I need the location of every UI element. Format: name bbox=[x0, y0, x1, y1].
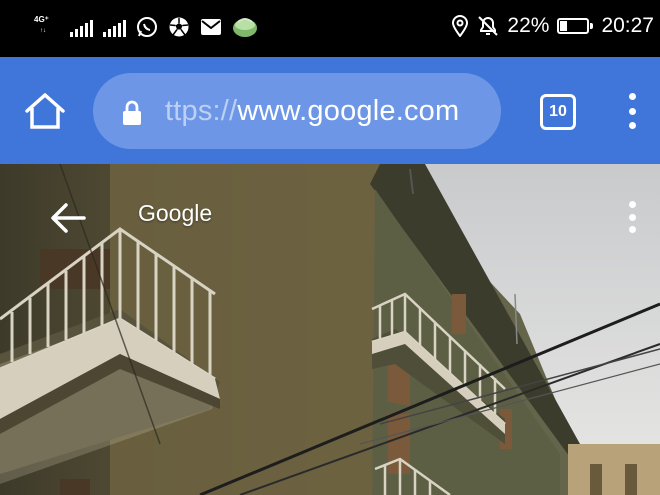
battery-icon bbox=[557, 18, 594, 34]
clock: 20:27 bbox=[601, 14, 654, 37]
back-arrow-icon bbox=[51, 203, 86, 233]
whatsapp-icon bbox=[137, 17, 157, 37]
browser-menu-button[interactable] bbox=[622, 93, 642, 129]
location-icon bbox=[452, 15, 469, 37]
network-activity-label: ↑↓ bbox=[40, 28, 46, 34]
mute-icon bbox=[478, 16, 499, 36]
notification-app-icon bbox=[233, 18, 257, 37]
signal-icon-secondary bbox=[103, 17, 126, 37]
home-icon bbox=[25, 93, 65, 129]
url-scheme: ttps:// bbox=[165, 95, 238, 127]
page-title: Google bbox=[138, 200, 213, 226]
tab-count: 10 bbox=[549, 103, 567, 120]
battery-percent: 22% bbox=[507, 14, 550, 37]
back-button[interactable] bbox=[50, 202, 86, 234]
home-button[interactable] bbox=[22, 91, 68, 131]
status-left-group: 4G⁺ ↑↓ bbox=[34, 14, 258, 40]
soccer-ball-icon bbox=[169, 17, 189, 37]
network-indicator: 4G⁺ ↑↓ bbox=[34, 14, 74, 40]
status-right-group: 22% 20:27 bbox=[451, 14, 654, 38]
page-overflow-menu-button[interactable] bbox=[624, 201, 640, 233]
network-type-label: 4G⁺ bbox=[34, 15, 49, 24]
lock-icon bbox=[123, 100, 141, 125]
url-host: www.google.com bbox=[237, 95, 460, 127]
mail-icon bbox=[201, 19, 221, 35]
building-photo bbox=[0, 164, 660, 495]
battery-level-fill bbox=[560, 21, 567, 31]
street-view-photo[interactable] bbox=[0, 164, 660, 495]
url-text[interactable]: ttps://www.google.com bbox=[165, 95, 459, 128]
url-bar[interactable]: ttps://www.google.com bbox=[93, 73, 501, 149]
browser-toolbar: ttps://www.google.com 10 bbox=[0, 57, 660, 164]
tab-switcher-button[interactable]: 10 bbox=[540, 94, 576, 130]
status-bar: 4G⁺ ↑↓ 22% 20:27 bbox=[0, 0, 660, 57]
